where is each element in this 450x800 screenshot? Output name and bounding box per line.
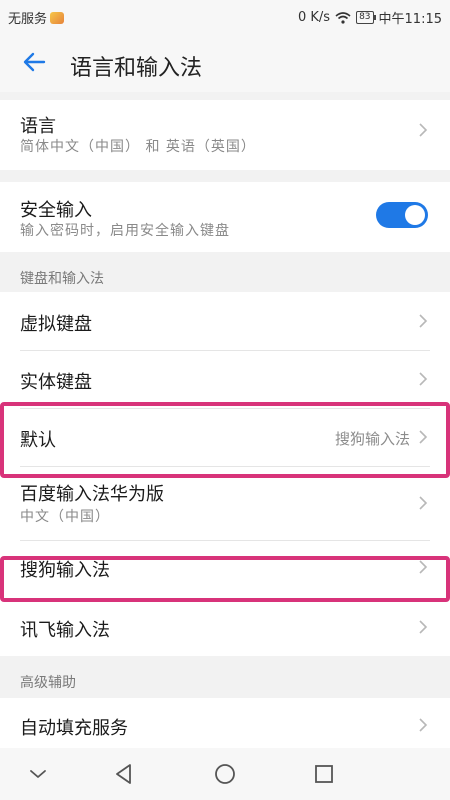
highlight-default-row bbox=[0, 402, 450, 478]
battery-icon: 83 bbox=[356, 11, 377, 24]
secure-input-label: 安全输入 bbox=[20, 200, 92, 221]
carrier-text: 无服务 bbox=[8, 12, 48, 27]
clock: 中午11:15 bbox=[378, 12, 442, 27]
list-item-virtual-keyboard[interactable]: 虚拟键盘 bbox=[0, 292, 450, 350]
list-item-label: 实体键盘 bbox=[20, 372, 92, 393]
chevron-right-icon bbox=[419, 372, 428, 386]
advanced-section-header: 高级辅助 bbox=[20, 675, 76, 691]
secure-input-description: 输入密码时，启用安全输入键盘 bbox=[20, 223, 230, 239]
app-header: 语言和输入法 bbox=[0, 32, 450, 92]
nav-home-icon[interactable] bbox=[211, 760, 239, 788]
back-arrow-icon[interactable] bbox=[20, 46, 52, 78]
chevron-right-icon bbox=[419, 123, 428, 137]
keyboard-section-header: 键盘和输入法 bbox=[20, 271, 104, 287]
system-nav-bar bbox=[0, 748, 450, 800]
language-row[interactable]: 语言 简体中文（中国） 和 英语（英国） bbox=[0, 100, 450, 170]
status-bar: 无服务 0 K/s 83 中午11:15 bbox=[0, 0, 450, 32]
list-item-physical-keyboard[interactable]: 实体键盘 bbox=[0, 350, 450, 408]
network-speed: 0 K/s bbox=[297, 10, 331, 25]
page-title: 语言和输入法 bbox=[70, 56, 203, 81]
secure-input-row: 安全输入 输入密码时，启用安全输入键盘 bbox=[0, 182, 450, 252]
wifi-icon bbox=[335, 11, 351, 24]
nav-back-icon[interactable] bbox=[110, 760, 138, 788]
advanced-list: 自动填充服务 bbox=[0, 698, 450, 748]
list-item-label: 自动填充服务 bbox=[20, 718, 128, 739]
highlight-sogou-row bbox=[0, 556, 450, 602]
chevron-right-icon bbox=[419, 620, 428, 634]
toggle-knob bbox=[405, 205, 425, 225]
chevron-right-icon bbox=[419, 314, 428, 328]
list-item-sub: 中文（中国） bbox=[20, 509, 110, 525]
chevron-right-icon bbox=[419, 718, 428, 732]
secure-input-toggle[interactable] bbox=[376, 202, 428, 228]
list-item-iflytek-ime[interactable]: 讯飞输入法 bbox=[0, 598, 450, 656]
nav-collapse-icon[interactable] bbox=[24, 760, 52, 788]
chevron-right-icon bbox=[419, 496, 428, 510]
language-label: 语言 bbox=[20, 116, 56, 137]
app-notification-icon bbox=[50, 11, 65, 24]
list-item-autofill-service[interactable]: 自动填充服务 bbox=[0, 698, 450, 748]
list-item-label: 讯飞输入法 bbox=[20, 620, 110, 641]
nav-recent-icon[interactable] bbox=[310, 760, 338, 788]
list-item-label: 百度输入法华为版 bbox=[20, 484, 164, 505]
language-value: 简体中文（中国） 和 英语（英国） bbox=[20, 139, 256, 155]
list-item-label: 虚拟键盘 bbox=[20, 314, 92, 335]
battery-level: 83 bbox=[359, 12, 371, 22]
